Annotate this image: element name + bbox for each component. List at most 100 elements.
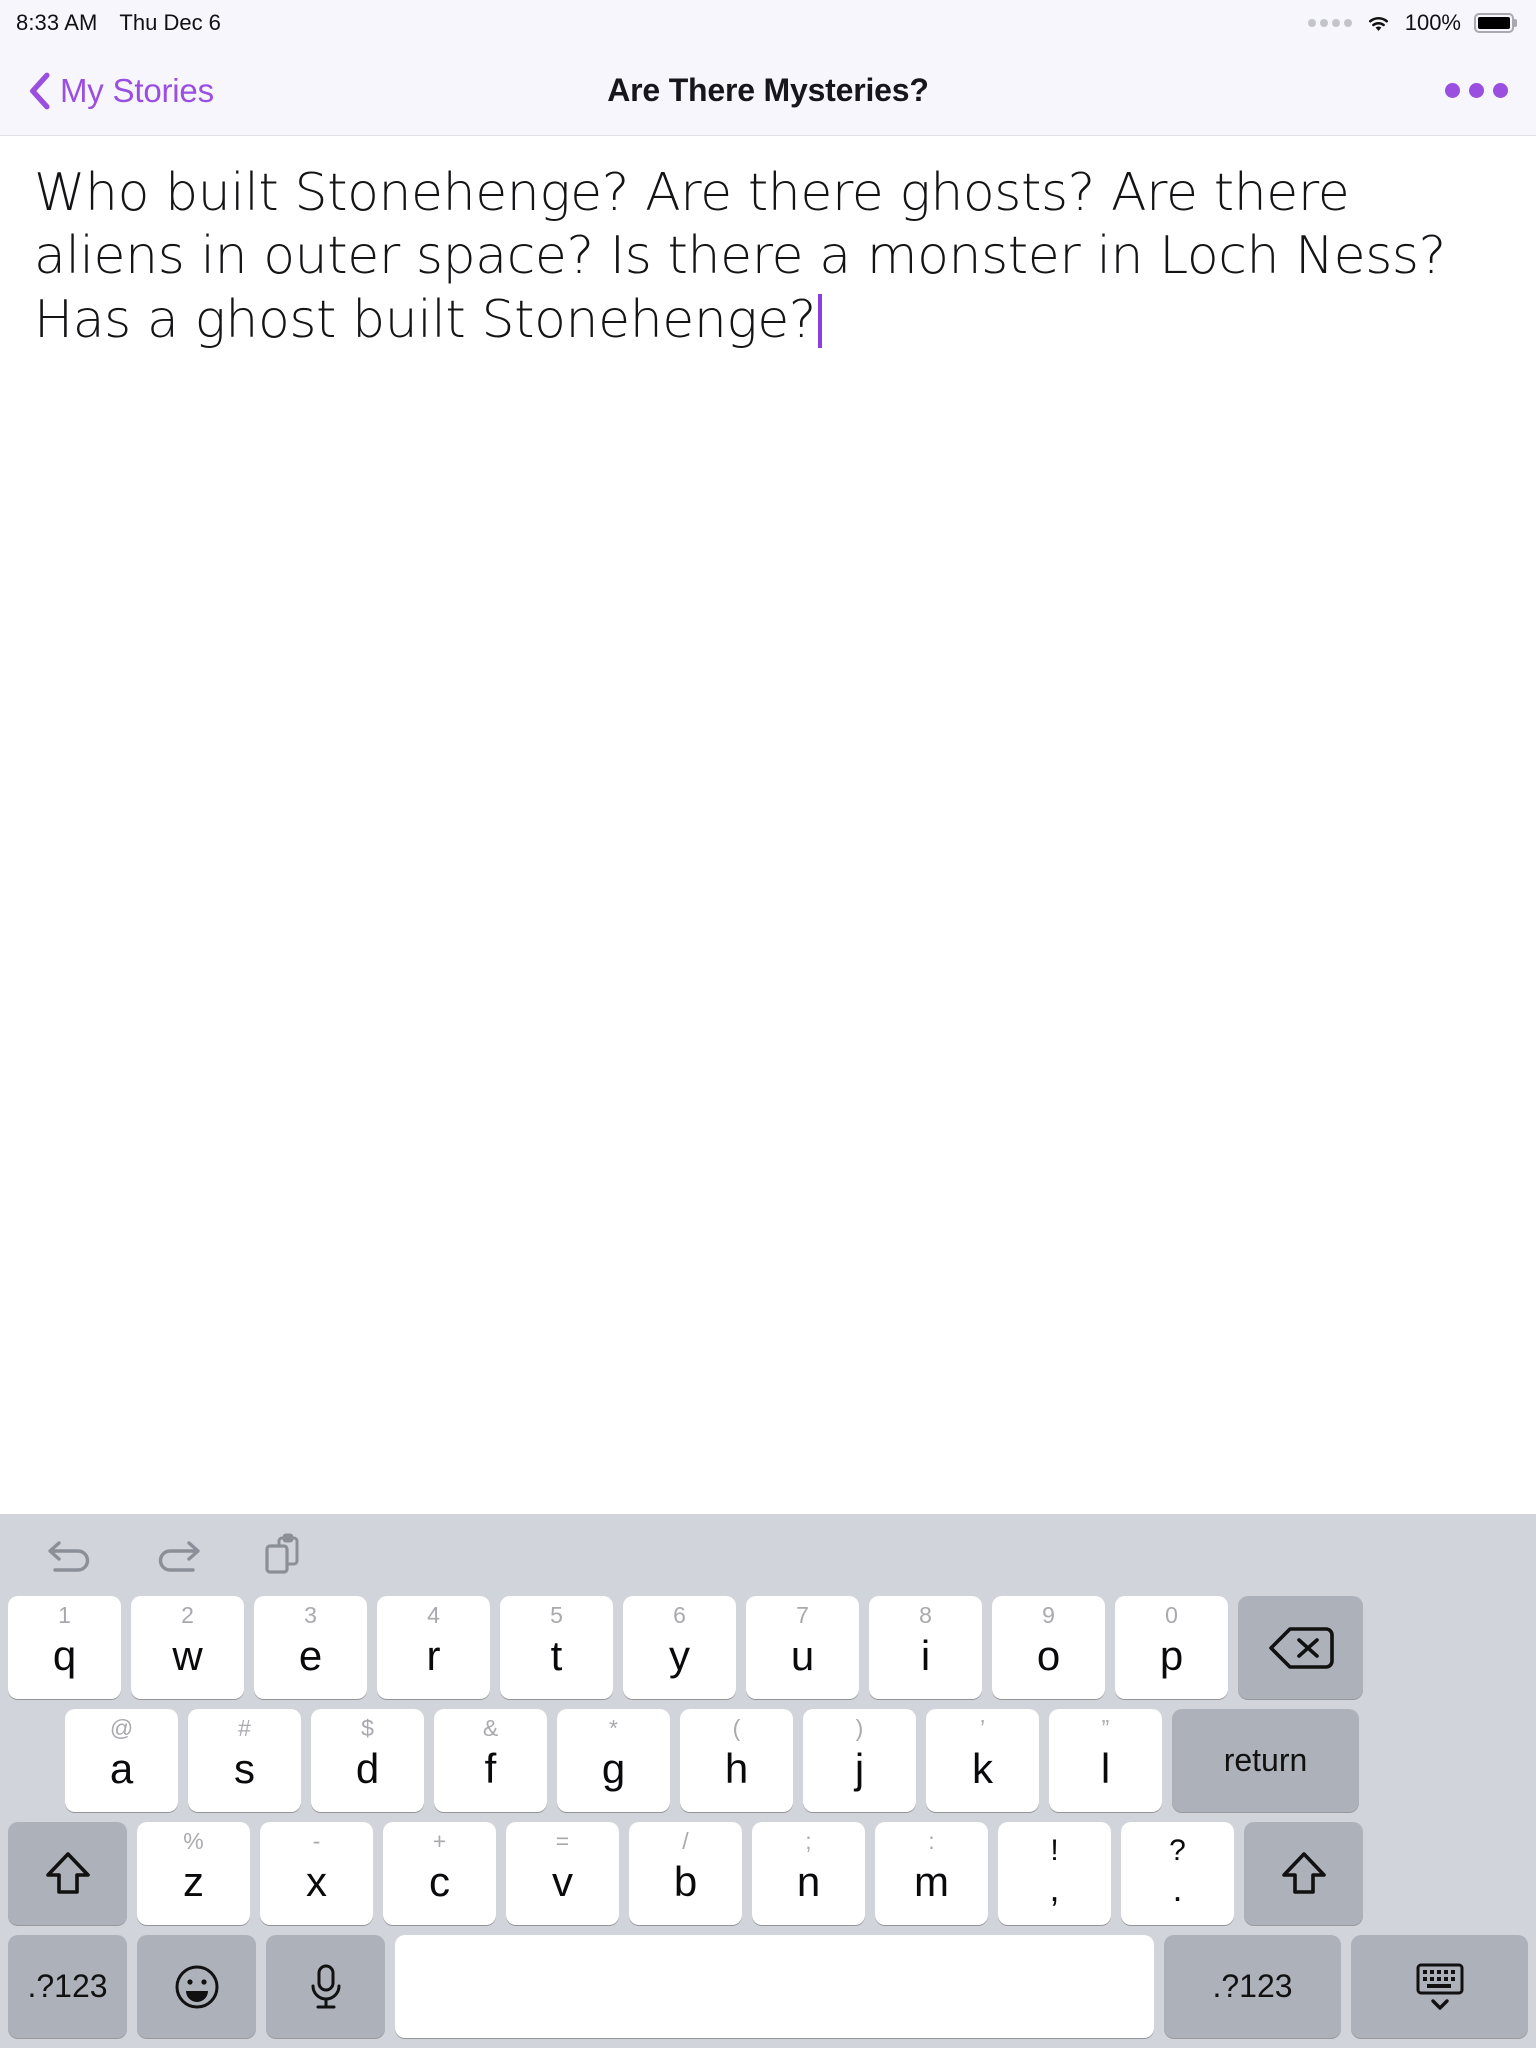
key-main-label: n bbox=[796, 1858, 821, 1905]
keyboard-row-2: @ a # s $ d & f * g (h ) j ’ k ” l return bbox=[8, 1709, 1528, 1812]
status-date: Thu Dec 6 bbox=[119, 10, 221, 35]
key-m[interactable]: :m bbox=[875, 1822, 988, 1925]
story-editor[interactable]: Who built Stonehenge? Are there ghosts? … bbox=[0, 136, 1536, 1514]
key-p[interactable]: 0p bbox=[1115, 1596, 1228, 1699]
key-main-label: . bbox=[1172, 1868, 1183, 1909]
return-key[interactable]: return bbox=[1172, 1709, 1359, 1812]
page-title: Are There Mysteries? bbox=[607, 72, 929, 108]
key-main-label: g bbox=[601, 1745, 626, 1792]
key-sub-label: 9 bbox=[1042, 1602, 1055, 1628]
paste-icon[interactable] bbox=[256, 1528, 310, 1582]
return-key-label: return bbox=[1223, 1742, 1308, 1778]
key-sub-label: / bbox=[682, 1828, 689, 1854]
key-q[interactable]: 1q bbox=[8, 1596, 121, 1699]
key-sub-label: 4 bbox=[427, 1602, 440, 1628]
back-button-label: My Stories bbox=[60, 71, 214, 109]
key-main-label: y bbox=[669, 1632, 690, 1679]
key-u[interactable]: 7u bbox=[746, 1596, 859, 1699]
numeric-mode-left-label: .?123 bbox=[27, 1968, 108, 2004]
key-sub-label: $ bbox=[361, 1715, 374, 1741]
key-main-label: j bbox=[854, 1745, 865, 1792]
key-j[interactable]: ) j bbox=[803, 1709, 916, 1812]
key-w[interactable]: 2w bbox=[131, 1596, 244, 1699]
battery-percent: 100% bbox=[1404, 10, 1461, 35]
key-main-label: m bbox=[914, 1858, 949, 1905]
key-main-label: u bbox=[790, 1632, 815, 1679]
key-main-label: s bbox=[234, 1745, 255, 1792]
key-c[interactable]: + c bbox=[383, 1822, 496, 1925]
keyboard-row-3: % z -x + c = v / b ; n :m !, ?. bbox=[8, 1822, 1528, 1925]
key-sub-label: ( bbox=[732, 1715, 741, 1741]
key-main-label: a bbox=[109, 1745, 134, 1792]
key-sub-label: 3 bbox=[304, 1602, 317, 1628]
key-main-label: v bbox=[552, 1858, 573, 1905]
key-sub-label: 5 bbox=[550, 1602, 563, 1628]
more-horizontal-icon[interactable] bbox=[1445, 83, 1508, 98]
key-g[interactable]: * g bbox=[557, 1709, 670, 1812]
key-sub-label: % bbox=[183, 1828, 204, 1854]
backspace-icon[interactable] bbox=[1238, 1596, 1363, 1699]
key-main-label: r bbox=[426, 1632, 441, 1679]
status-time: 8:33 AM bbox=[16, 10, 98, 35]
key-main-label: c bbox=[429, 1858, 450, 1905]
key-main-label: , bbox=[1049, 1868, 1060, 1909]
undo-icon[interactable] bbox=[44, 1528, 98, 1582]
key-sub-label: ” bbox=[1101, 1715, 1110, 1741]
shift-right-icon[interactable] bbox=[1244, 1822, 1363, 1925]
key-k[interactable]: ’ k bbox=[926, 1709, 1039, 1812]
key-a[interactable]: @ a bbox=[65, 1709, 178, 1812]
battery-full-icon bbox=[1474, 13, 1514, 33]
key-sub-label: ’ bbox=[979, 1715, 986, 1741]
key-r[interactable]: 4r bbox=[377, 1596, 490, 1699]
story-textarea[interactable]: Who built Stonehenge? Are there ghosts? … bbox=[34, 162, 1496, 352]
key-sub-label: ! bbox=[1050, 1834, 1059, 1867]
redo-icon[interactable] bbox=[150, 1528, 204, 1582]
keyboard-rows: 1q 2w 3e 4r 5t 6y 7u 8i 9o 0p @ a # s $ … bbox=[0, 1596, 1536, 2038]
key-main-label: t bbox=[550, 1632, 563, 1679]
key-sub-label: 1 bbox=[58, 1602, 71, 1628]
emoji-smiley-icon[interactable] bbox=[137, 1935, 256, 2038]
numeric-mode-left-button[interactable]: .?123 bbox=[8, 1935, 127, 2038]
key-comma[interactable]: !, bbox=[998, 1822, 1111, 1925]
onscreen-keyboard: 1q 2w 3e 4r 5t 6y 7u 8i 9o 0p @ a # s $ … bbox=[0, 1514, 1536, 2048]
key-sub-label: * bbox=[609, 1715, 618, 1741]
numeric-mode-right-button[interactable]: .?123 bbox=[1164, 1935, 1341, 2038]
key-t[interactable]: 5t bbox=[500, 1596, 613, 1699]
numeric-mode-right-label: .?123 bbox=[1212, 1968, 1293, 2004]
keyboard-row-1: 1q 2w 3e 4r 5t 6y 7u 8i 9o 0p bbox=[8, 1596, 1528, 1699]
key-y[interactable]: 6y bbox=[623, 1596, 736, 1699]
key-d[interactable]: $ d bbox=[311, 1709, 424, 1812]
key-s[interactable]: # s bbox=[188, 1709, 301, 1812]
key-main-label: f bbox=[484, 1745, 497, 1792]
key-sub-label: 8 bbox=[919, 1602, 932, 1628]
key-main-label: q bbox=[52, 1632, 77, 1679]
keyboard-row-4: .?123 .?123 bbox=[8, 1935, 1528, 2038]
key-n[interactable]: ; n bbox=[752, 1822, 865, 1925]
keyboard-toolbar bbox=[0, 1514, 1536, 1596]
key-o[interactable]: 9o bbox=[992, 1596, 1105, 1699]
key-main-label: h bbox=[724, 1745, 749, 1792]
back-button[interactable]: My Stories bbox=[28, 72, 214, 110]
dismiss-keyboard-icon[interactable] bbox=[1351, 1935, 1528, 2038]
key-sub-label: 7 bbox=[796, 1602, 809, 1628]
key-z[interactable]: % z bbox=[137, 1822, 250, 1925]
key-f[interactable]: & f bbox=[434, 1709, 547, 1812]
signal-dots-icon bbox=[1307, 19, 1352, 27]
key-e[interactable]: 3e bbox=[254, 1596, 367, 1699]
microphone-icon[interactable] bbox=[266, 1935, 385, 2038]
key-v[interactable]: = v bbox=[506, 1822, 619, 1925]
key-sub-label: 6 bbox=[673, 1602, 686, 1628]
key-main-label: w bbox=[172, 1632, 203, 1679]
key-sub-label: + bbox=[432, 1828, 447, 1854]
key-h[interactable]: (h bbox=[680, 1709, 793, 1812]
shift-icon[interactable] bbox=[8, 1822, 127, 1925]
key-main-label: k bbox=[972, 1745, 993, 1792]
key-l[interactable]: ” l bbox=[1049, 1709, 1162, 1812]
key-main-label: e bbox=[298, 1632, 323, 1679]
key-x[interactable]: -x bbox=[260, 1822, 373, 1925]
key-i[interactable]: 8i bbox=[869, 1596, 982, 1699]
key-period[interactable]: ?. bbox=[1121, 1822, 1234, 1925]
ipad-story-editor-screen: 8:33 AM Thu Dec 6 100% My Stories Are Th… bbox=[0, 0, 1536, 2048]
space-key[interactable] bbox=[395, 1935, 1154, 2038]
key-b[interactable]: / b bbox=[629, 1822, 742, 1925]
